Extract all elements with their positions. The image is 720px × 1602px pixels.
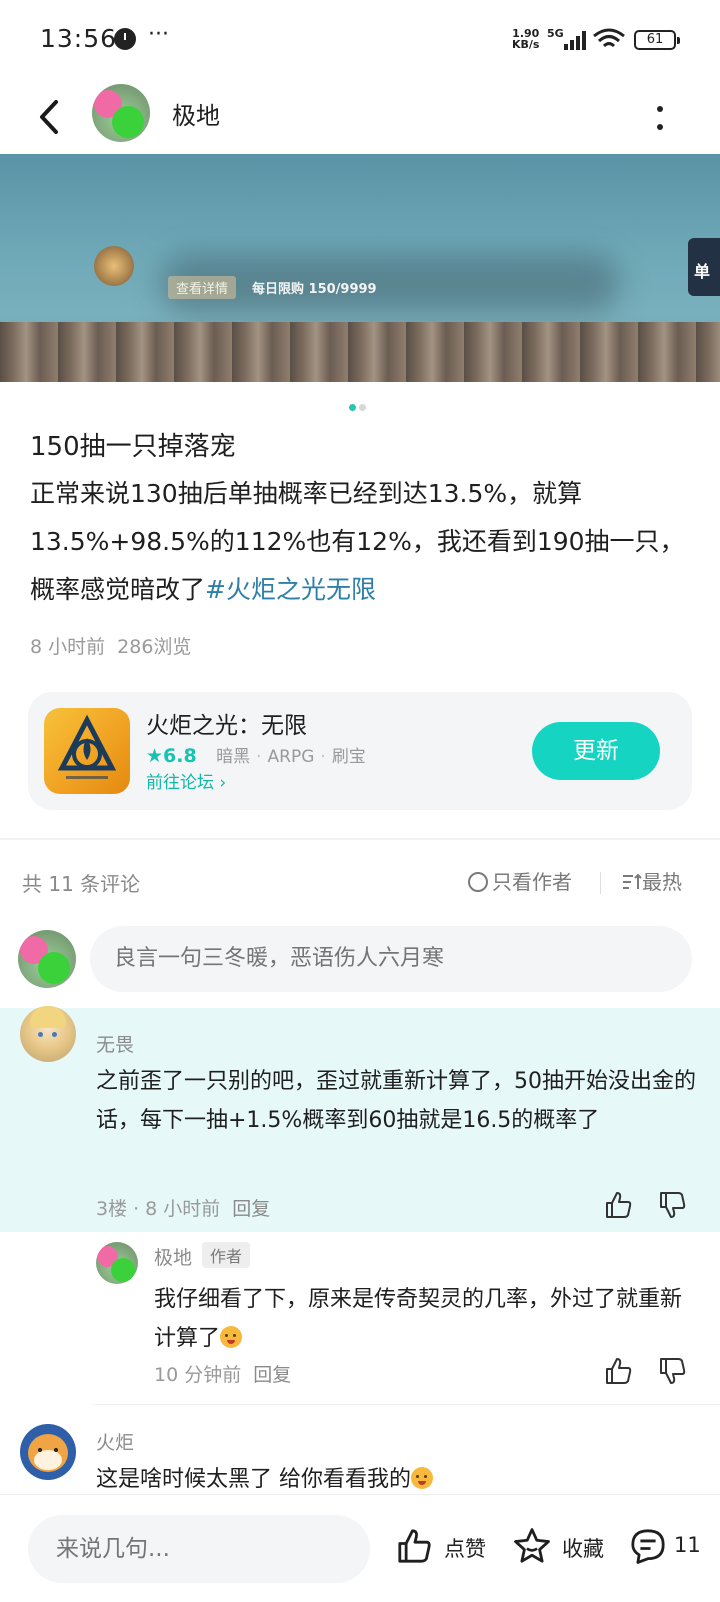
comment-time: 8 小时前 [145, 1198, 221, 1220]
star-icon [514, 1528, 550, 1563]
post-meta: 8 小时前 286浏览 [30, 632, 191, 659]
clock-icon [114, 28, 136, 50]
author-name[interactable]: 极地 [172, 96, 220, 131]
image-rock-strip [0, 322, 720, 382]
emoji-icon [220, 1326, 243, 1348]
quick-comment-input[interactable] [28, 1515, 370, 1583]
only-author-toggle[interactable]: 只看作者 [468, 866, 572, 895]
net-speed: 1.90 KB/s [512, 27, 540, 51]
header-separator [600, 872, 601, 894]
commenter-avatar[interactable] [20, 1006, 76, 1062]
comment-author[interactable]: 无畏 [96, 1030, 134, 1057]
update-button[interactable]: 更新 [532, 722, 660, 780]
post-title: 150抽一只掉落宠 [30, 432, 236, 462]
game-tag: ARPG [267, 747, 315, 767]
image-detail-label: 查看详情 [168, 276, 237, 299]
game-info: ★6.8 暗黑 · ARPG · 刷宝 [146, 745, 366, 767]
back-icon[interactable] [30, 92, 70, 142]
reply-meta: 10 分钟前 回复 [154, 1360, 291, 1387]
current-user-avatar [18, 930, 76, 988]
game-tag: 暗黑 [216, 747, 251, 767]
game-name[interactable]: 火炬之光：无限 [146, 706, 307, 740]
post-hashtag[interactable]: #火炬之光无限 [205, 575, 376, 604]
sort-button[interactable]: 最热 [622, 866, 682, 895]
status-more-dots: ··· [148, 22, 169, 47]
comment-floor: 3楼 [96, 1198, 128, 1220]
thumbs-down-icon[interactable] [658, 1356, 688, 1386]
commenter-avatar[interactable] [20, 1424, 76, 1480]
radio-circle-icon [468, 872, 488, 892]
thumbs-up-icon [398, 1529, 431, 1563]
reply-author-avatar[interactable] [96, 1242, 138, 1284]
comment-divider [92, 1404, 720, 1405]
like-button[interactable]: 点赞 [396, 1521, 496, 1571]
forum-link[interactable]: 前往论坛 › [146, 768, 226, 793]
game-rating: ★6.8 [146, 745, 197, 767]
image-side-label: 单 [688, 238, 720, 296]
post-time: 8 小时前 [30, 636, 106, 658]
game-tag: 刷宝 [331, 747, 366, 767]
status-time: 13:56 [40, 24, 118, 53]
chevron-right-icon: › [219, 773, 227, 793]
comment-input[interactable] [90, 926, 692, 992]
chat-bubble-icon [631, 1529, 665, 1564]
thumbs-up-icon[interactable] [604, 1190, 634, 1220]
status-bar: 13:56 ··· 1.90 KB/s 5G 61 [0, 0, 720, 80]
comment-meta: 3楼 · 8 小时前 回复 [96, 1198, 271, 1220]
author-avatar[interactable] [92, 84, 150, 142]
post-image[interactable]: 查看详情 每日限购 150/9999 单 [0, 154, 720, 382]
reply-button[interactable]: 回复 [253, 1364, 291, 1386]
favorite-button[interactable]: 收藏 [512, 1521, 612, 1571]
comment-author[interactable]: 火炬 [96, 1428, 134, 1455]
game-card[interactable]: 火炬之光：无限 ★6.8 暗黑 · ARPG · 刷宝 前往论坛 › 更新 [28, 692, 692, 810]
reply-button[interactable]: 回复 [232, 1198, 270, 1220]
reply-time: 10 分钟前 [154, 1364, 242, 1386]
section-divider [0, 838, 720, 840]
image-counter-text: 每日限购 150/9999 [252, 282, 377, 297]
signal-icon [556, 30, 586, 50]
bottom-action-bar: 点赞 收藏 11 [0, 1494, 720, 1602]
comment-button[interactable]: 11 [628, 1521, 708, 1571]
wifi-icon [593, 28, 625, 48]
post-body: 正常来说130抽后单抽概率已经到达13.5%，就算13.5%+98.5%的112… [30, 470, 700, 614]
thumbs-up-icon[interactable] [604, 1356, 634, 1386]
post-views: 286浏览 [117, 636, 192, 658]
comment-count: 共 11 条评论 [22, 872, 141, 896]
more-options-icon[interactable] [650, 98, 670, 138]
image-pager-dots [349, 404, 373, 412]
emoji-icon [411, 1467, 433, 1489]
reply-text: 我仔细看了下，原来是传奇契灵的几率，外过了就重新计算了 [154, 1287, 683, 1351]
image-game-icon [94, 246, 134, 286]
nav-header: 极地 [0, 80, 720, 154]
author-tag: 作者 [202, 1242, 251, 1268]
thumbs-down-icon[interactable] [658, 1190, 688, 1220]
battery-icon: 61 [634, 30, 680, 50]
comment-text: 之前歪了一只别的吧，歪过就重新计算了，50抽开始没出金的话，每下一抽+1.5%概… [96, 1069, 696, 1133]
game-logo-icon[interactable] [44, 708, 130, 794]
sort-icon [623, 873, 642, 889]
reply-author[interactable]: 极地 作者 [154, 1242, 251, 1270]
